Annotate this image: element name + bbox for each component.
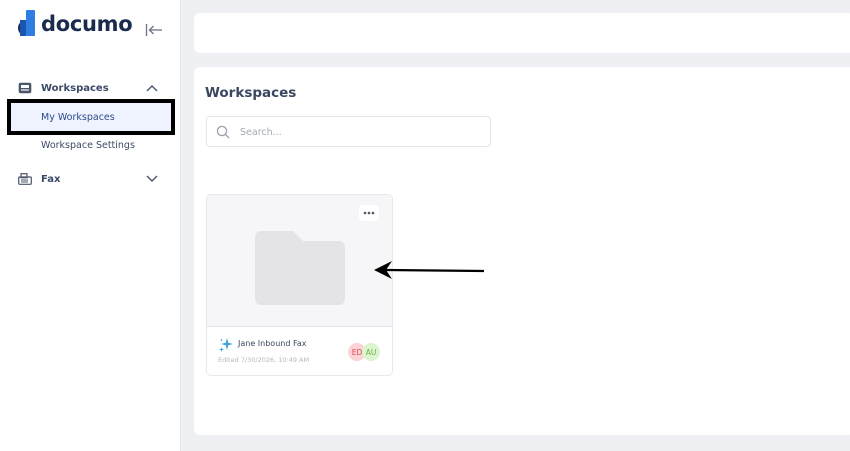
sparkle-icon xyxy=(219,338,233,352)
more-options-button[interactable] xyxy=(359,205,379,221)
inbox-icon xyxy=(18,82,32,94)
sidebar-group-fax[interactable]: Fax xyxy=(0,168,181,190)
sidebar-item-my-workspaces[interactable]: My Workspaces xyxy=(7,99,175,135)
search-input[interactable] xyxy=(240,123,480,141)
workspace-card-footer: Jane Inbound Fax Edited 7/30/2026, 10:49… xyxy=(207,326,392,376)
search-icon xyxy=(216,125,230,139)
search-box[interactable] xyxy=(206,116,491,147)
collapse-sidebar-icon[interactable] xyxy=(145,23,163,37)
chevron-down-icon[interactable] xyxy=(146,175,158,183)
sidebar-item-label: Workspace Settings xyxy=(41,139,135,151)
workspace-card-preview xyxy=(207,195,392,326)
brand-name: documo xyxy=(41,12,133,36)
workspace-card[interactable]: Jane Inbound Fax Edited 7/30/2026, 10:49… xyxy=(206,194,393,376)
workspace-name: Jane Inbound Fax xyxy=(238,339,307,348)
annotation-arrow-icon xyxy=(374,261,485,279)
sidebar-item-label: My Workspaces xyxy=(41,111,115,123)
sidebar: documo Workspaces My Workspaces Workspac… xyxy=(0,0,181,451)
sidebar-group-label: Workspaces xyxy=(41,82,109,94)
top-bar xyxy=(194,13,850,53)
sidebar-group-label: Fax xyxy=(41,173,61,185)
sidebar-group-workspaces[interactable]: Workspaces xyxy=(0,77,181,99)
chevron-up-icon[interactable] xyxy=(146,84,158,92)
avatar: AU xyxy=(362,343,380,361)
more-horizontal-icon xyxy=(363,211,375,215)
page-title: Workspaces xyxy=(205,85,297,101)
fax-icon xyxy=(18,173,32,185)
sidebar-item-workspace-settings[interactable]: Workspace Settings xyxy=(10,131,173,159)
workspace-edited-time: Edited 7/30/2026, 10:49 AM xyxy=(218,356,310,364)
main-panel: Workspaces Search... Jane Inbound Fax Ed… xyxy=(194,67,850,435)
folder-icon xyxy=(255,231,345,305)
documo-logo[interactable]: documo xyxy=(16,10,133,38)
documo-logo-icon xyxy=(18,10,35,36)
